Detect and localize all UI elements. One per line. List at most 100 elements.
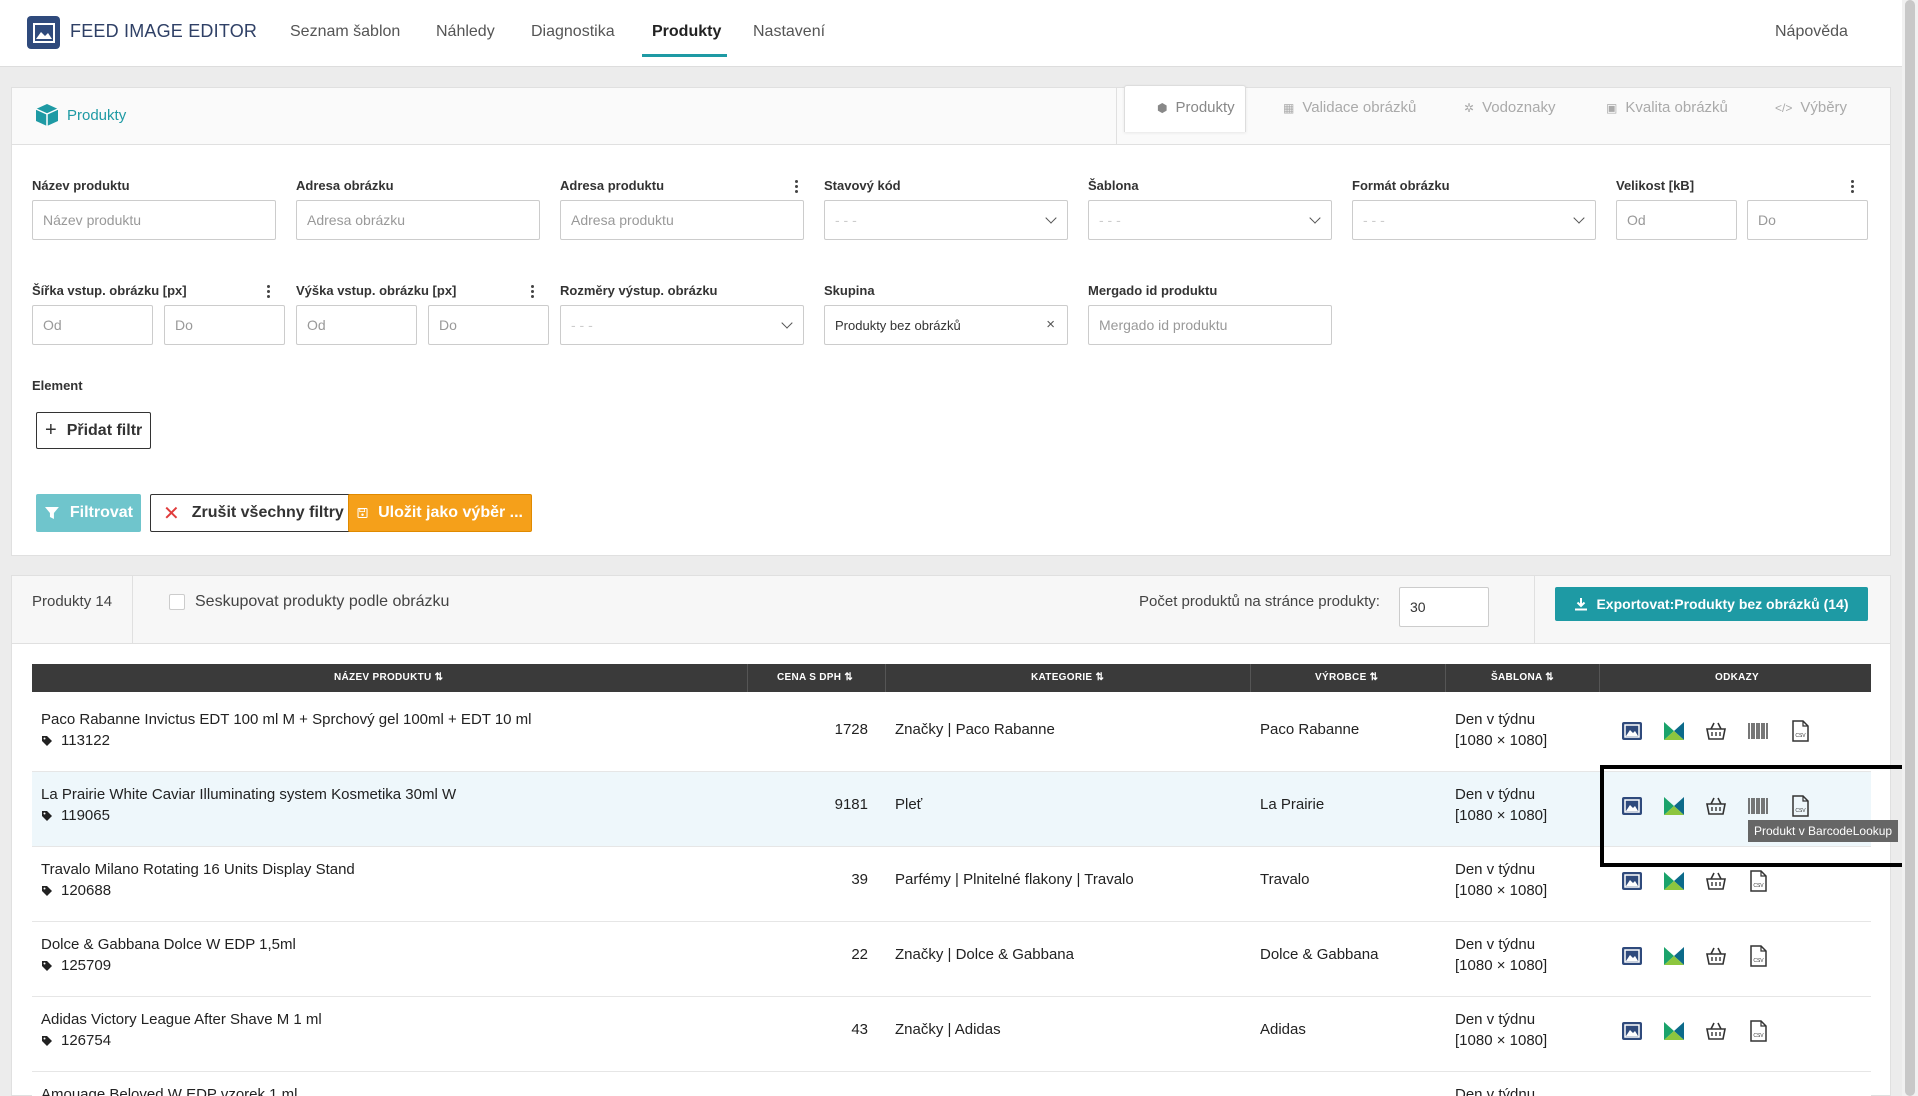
- image-preview-icon[interactable]: [1621, 1020, 1643, 1042]
- filter-button[interactable]: Filtrovat: [36, 494, 141, 532]
- input-width-to[interactable]: Do: [164, 305, 285, 345]
- product-name[interactable]: La Prairie White Caviar Illuminating sys…: [41, 786, 456, 803]
- grid-icon: ▦: [1283, 101, 1295, 115]
- image-format-select[interactable]: - - -: [1352, 200, 1596, 240]
- product-price: 1728: [834, 721, 868, 738]
- group-by-image-checkbox[interactable]: [169, 594, 185, 610]
- product-template: Den v týdnu: [1455, 1011, 1536, 1028]
- csv-file-icon[interactable]: CSV: [1789, 720, 1811, 742]
- tab-watermarks[interactable]: ✲ Vodoznaky: [1464, 99, 1555, 116]
- mergado-icon[interactable]: [1663, 945, 1685, 967]
- csv-file-icon[interactable]: CSV: [1747, 945, 1769, 967]
- image-preview-icon[interactable]: [1621, 945, 1643, 967]
- col-price-header[interactable]: CENA S DPH ⇅: [777, 672, 853, 683]
- tab-products[interactable]: ⬢ Produkty: [1157, 99, 1235, 116]
- product-name[interactable]: Dolce & Gabbana Dolce W EDP 1,5ml: [41, 936, 296, 953]
- product-name[interactable]: Adidas Victory League After Shave M 1 ml: [41, 1011, 322, 1028]
- col-category-header[interactable]: KATEGORIE ⇅: [1031, 672, 1104, 683]
- product-template: Den v týdnu: [1455, 936, 1536, 953]
- product-name[interactable]: Amouage Beloved W EDP vzorek 1 ml: [41, 1086, 298, 1096]
- nav-item-previews[interactable]: Náhledy: [436, 23, 495, 41]
- more-options-icon[interactable]: [267, 285, 271, 299]
- sort-icon: ⇅: [1095, 672, 1105, 683]
- input-width-from[interactable]: Od: [32, 305, 153, 345]
- stamp-icon: ✲: [1464, 101, 1475, 115]
- output-dimensions-label: Rozměry výstup. obrázku: [560, 283, 718, 298]
- product-name[interactable]: Travalo Milano Rotating 16 Units Display…: [41, 861, 355, 878]
- nav-active-indicator: [642, 54, 727, 57]
- name-input[interactable]: Název produktu: [32, 200, 276, 240]
- app-logo-icon[interactable]: [27, 16, 60, 49]
- table-row[interactable]: Paco Rabanne Invictus EDT 100 ml M + Spr…: [32, 697, 1871, 772]
- group-label: Skupina: [824, 283, 875, 298]
- table-header: NÁZEV PRODUKTU ⇅ CENA S DPH ⇅ KATEGORIE …: [32, 664, 1871, 692]
- product-price: 43: [851, 1021, 868, 1038]
- shop-cart-icon[interactable]: [1705, 1020, 1727, 1042]
- save-selection-button[interactable]: Uložit jako výběr ...: [348, 494, 532, 532]
- export-button[interactable]: Exportovat:Produkty bez obrázků (14): [1555, 587, 1868, 621]
- csv-file-icon[interactable]: CSV: [1747, 1020, 1769, 1042]
- template-label: Šablona: [1088, 178, 1139, 193]
- input-height-from[interactable]: Od: [296, 305, 417, 345]
- col-name-header[interactable]: NÁZEV PRODUKTU ⇅: [334, 672, 443, 683]
- table-row[interactable]: La Prairie White Caviar Illuminating sys…: [32, 772, 1871, 847]
- highlight-box: [1600, 765, 1918, 867]
- scrollbar-thumb[interactable]: [1905, 0, 1915, 1096]
- mergado-id-input[interactable]: Mergado id produktu: [1088, 305, 1332, 345]
- clear-icon[interactable]: ×: [1046, 316, 1055, 333]
- barcode-icon[interactable]: [1747, 720, 1769, 742]
- nav-item-settings[interactable]: Nastavení: [753, 23, 825, 41]
- tab-image-quality[interactable]: ▣ Kvalita obrázků: [1606, 99, 1728, 116]
- group-select[interactable]: Produkty bez obrázků ×: [824, 305, 1068, 345]
- product-id: 119065: [61, 807, 110, 824]
- product-price: 22: [851, 946, 868, 963]
- output-dimensions-select[interactable]: - - -: [560, 305, 804, 345]
- tab-image-validation[interactable]: ▦ Validace obrázků: [1283, 99, 1416, 116]
- col-template-header[interactable]: ŠABLONA ⇅: [1491, 672, 1554, 683]
- product-url-input[interactable]: Adresa produktu: [560, 200, 804, 240]
- table-row[interactable]: Adidas Victory League After Shave M 1 ml…: [32, 997, 1871, 1072]
- col-maker-header[interactable]: VÝROBCE ⇅: [1315, 672, 1378, 683]
- table-row[interactable]: Dolce & Gabbana Dolce W EDP 1,5ml 125709 2…: [32, 922, 1871, 997]
- x-icon: ✕: [163, 502, 180, 525]
- chevron-down-icon: [781, 317, 793, 329]
- more-options-icon[interactable]: [531, 285, 535, 299]
- add-filter-label: Přidat filtr: [66, 421, 143, 439]
- mergado-icon[interactable]: [1663, 720, 1685, 742]
- size-to-input[interactable]: Do: [1747, 200, 1868, 240]
- nav-item-products[interactable]: Produkty: [652, 23, 721, 41]
- tab-selections[interactable]: </> Výběry: [1775, 99, 1847, 116]
- add-filter-button[interactable]: + Přidat filtr: [36, 412, 152, 449]
- more-options-icon[interactable]: [1851, 180, 1855, 194]
- mergado-icon[interactable]: [1663, 870, 1685, 892]
- clear-filters-button[interactable]: ✕ Zrušit všechny filtry: [150, 494, 353, 532]
- sort-icon: ⇅: [434, 672, 444, 683]
- table-row[interactable]: Amouage Beloved W EDP vzorek 1 ml Den v t…: [32, 1072, 1871, 1096]
- more-options-icon[interactable]: [795, 180, 799, 194]
- nav-item-templates[interactable]: Seznam šablon: [290, 23, 400, 41]
- per-page-input[interactable]: 30: [1399, 587, 1489, 627]
- table-row[interactable]: Travalo Milano Rotating 16 Units Display…: [32, 847, 1871, 922]
- image-url-input[interactable]: Adresa obrázku: [296, 200, 540, 240]
- product-maker: Dolce & Gabbana: [1260, 946, 1379, 963]
- shop-cart-icon[interactable]: [1705, 870, 1727, 892]
- csv-file-icon[interactable]: CSV: [1747, 870, 1769, 892]
- product-category: Značky | Adidas: [895, 1021, 1001, 1038]
- mergado-icon[interactable]: [1663, 1020, 1685, 1042]
- status-code-label: Stavový kód: [824, 178, 901, 193]
- product-name[interactable]: Paco Rabanne Invictus EDT 100 ml M + Spr…: [41, 711, 532, 728]
- status-code-select[interactable]: - - -: [824, 200, 1068, 240]
- nav-item-diagnostics[interactable]: Diagnostika: [531, 23, 615, 41]
- tag-icon: [42, 886, 52, 896]
- input-height-to[interactable]: Do: [428, 305, 549, 345]
- image-preview-icon[interactable]: [1621, 720, 1643, 742]
- app-title[interactable]: FEED IMAGE EDITOR: [70, 21, 257, 42]
- svg-text:CSV: CSV: [1753, 1033, 1764, 1039]
- name-label: Název produktu: [32, 178, 130, 193]
- shop-cart-icon[interactable]: [1705, 945, 1727, 967]
- help-link[interactable]: Nápověda: [1775, 23, 1848, 41]
- shop-cart-icon[interactable]: [1705, 720, 1727, 742]
- size-from-input[interactable]: Od: [1616, 200, 1737, 240]
- image-preview-icon[interactable]: [1621, 870, 1643, 892]
- template-select[interactable]: - - -: [1088, 200, 1332, 240]
